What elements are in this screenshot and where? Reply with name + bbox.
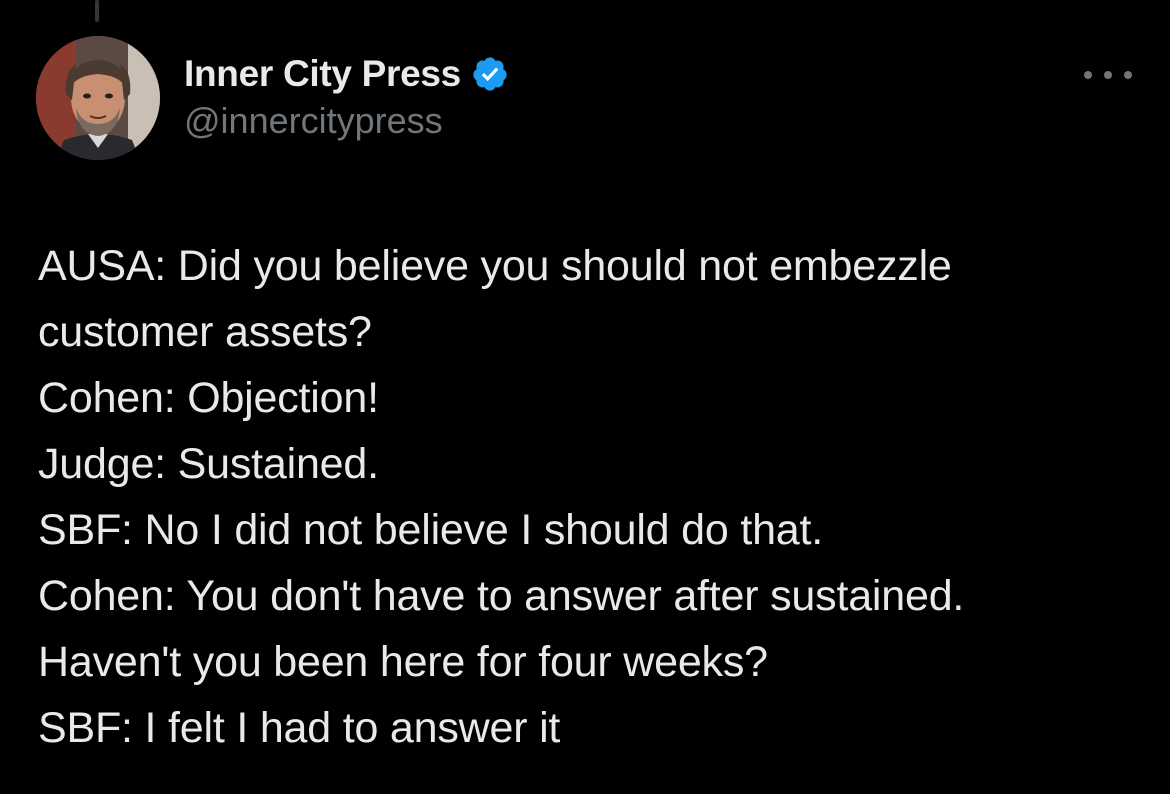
more-options-dot bbox=[1124, 71, 1132, 79]
tweet[interactable]: Inner City Press @innercitypress AUSA: D… bbox=[0, 0, 1170, 794]
tweet-text-line: Cohen: Objection! bbox=[38, 374, 379, 422]
tweet-text-line: SBF: I felt I had to answer it bbox=[38, 704, 561, 752]
author-name-row: Inner City Press bbox=[184, 50, 509, 98]
author-handle[interactable]: @innercitypress bbox=[184, 100, 509, 142]
verified-badge-icon[interactable] bbox=[471, 55, 509, 93]
tweet-text-line: AUSA: Did you believe you should not emb… bbox=[38, 242, 952, 290]
person-portrait-icon bbox=[36, 36, 160, 160]
more-options-dot bbox=[1084, 71, 1092, 79]
more-options-button[interactable] bbox=[1084, 60, 1132, 90]
tweet-text: AUSA: Did you believe you should not emb… bbox=[38, 233, 1148, 761]
tweet-text-line: Haven't you been here for four weeks? bbox=[38, 638, 768, 686]
tweet-text-line: Judge: Sustained. bbox=[38, 440, 379, 488]
tweet-author: Inner City Press @innercitypress bbox=[184, 50, 509, 142]
tweet-text-line: SBF: No I did not believe I should do th… bbox=[38, 506, 823, 554]
tweet-text-line: customer assets? bbox=[38, 308, 372, 356]
tweet-text-line: Cohen: You don't have to answer after su… bbox=[38, 572, 965, 620]
avatar[interactable] bbox=[36, 36, 160, 160]
author-display-name[interactable]: Inner City Press bbox=[184, 53, 461, 95]
more-options-dot bbox=[1104, 71, 1112, 79]
